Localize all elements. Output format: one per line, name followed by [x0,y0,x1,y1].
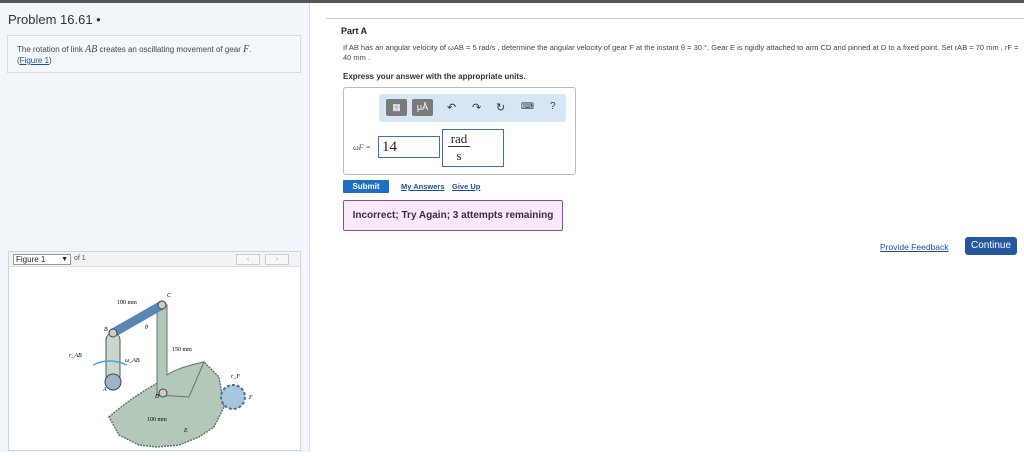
intro-var-ab: AB [85,44,98,55]
part-label: Part A [341,26,368,36]
figure-viewer: Figure 1 ▼ of 1 ‹ › 100 mm 150 mm 100 mm … [8,251,301,451]
question-text: If AB has an angular velocity of ωAB = 5… [343,43,1019,62]
figure-select[interactable]: Figure 1 ▼ [13,254,71,265]
feedback-message: Incorrect; Try Again; 3 attempts remaini… [343,200,563,231]
label-rab: r_AB [69,353,82,359]
undo-icon[interactable]: ↶ [447,101,456,114]
figure-select-value: Figure 1 [16,255,46,264]
label-b: B [104,327,108,333]
answer-unit-input[interactable]: rad s [442,129,504,167]
pin-d [158,388,168,398]
pin-b [108,328,118,338]
provide-feedback-link[interactable]: Provide Feedback [880,242,949,252]
help-icon[interactable]: ? [550,101,556,112]
pin-c [157,300,167,310]
redo-icon[interactable]: ↷ [472,101,481,114]
unit-numerator: rad [448,131,470,147]
problem-panel: Problem 16.61 • The rotation of link AB … [0,3,310,452]
math-toolbar: ▦ μÅ ↶ ↷ ↻ ⌨ ? [379,94,566,122]
intro-text: The rotation of link [17,45,86,54]
submit-button[interactable]: Submit [343,180,389,193]
my-answers-link[interactable]: My Answers [401,180,445,193]
answer-label: ωF = [353,143,371,152]
give-up-link[interactable]: Give Up [452,180,480,193]
template-icon[interactable]: ▦ [386,99,407,116]
label-d: D [154,394,160,400]
dim-label: 100 mm [117,300,137,306]
unit-denominator: s [456,148,462,163]
dim-label: 100 mm [147,417,167,423]
reset-icon[interactable]: ↻ [496,101,505,114]
keyboard-icon[interactable]: ⌨ [521,101,534,112]
figure-count: of 1 [74,255,86,262]
label-f: F [248,395,253,401]
intro-text: . [249,45,252,54]
continue-button[interactable]: Continue [965,237,1017,255]
dropdown-arrow-icon: ▼ [61,256,68,263]
answer-value-input[interactable]: 14 [378,136,440,158]
label-rf: r_F [231,374,240,380]
label-theta: θ [145,325,148,331]
pin-a [104,373,122,391]
prev-figure-button[interactable]: ‹ [236,254,260,265]
figure-link[interactable]: Figure 1 [20,56,49,65]
mechanism-figure: 100 mm 150 mm 100 mm A B C D E F θ r_AB … [69,293,253,448]
problem-intro: The rotation of link AB creates an oscil… [7,35,301,73]
gear-f [220,384,246,410]
problem-title: Problem 16.61 • [8,12,101,27]
label-omega: ω_AB [125,358,140,364]
label-a: A [102,387,107,393]
label-c: C [167,293,172,299]
next-figure-button[interactable]: › [265,254,289,265]
units-button[interactable]: μÅ [412,99,433,116]
answer-box: ▦ μÅ ↶ ↷ ↻ ⌨ ? ωF = 14 rad s [343,87,576,175]
intro-text: creates an oscillating movement of gear [97,45,244,54]
link-bc [108,300,167,338]
figure-header: Figure 1 ▼ of 1 ‹ › [9,252,300,267]
instruction: Express your answer with the appropriate… [343,72,526,81]
part-panel: Part A If AB has an angular velocity of … [311,3,1024,452]
divider [326,18,1024,19]
dim-label: 150 mm [172,347,192,353]
label-e: E [183,428,188,434]
